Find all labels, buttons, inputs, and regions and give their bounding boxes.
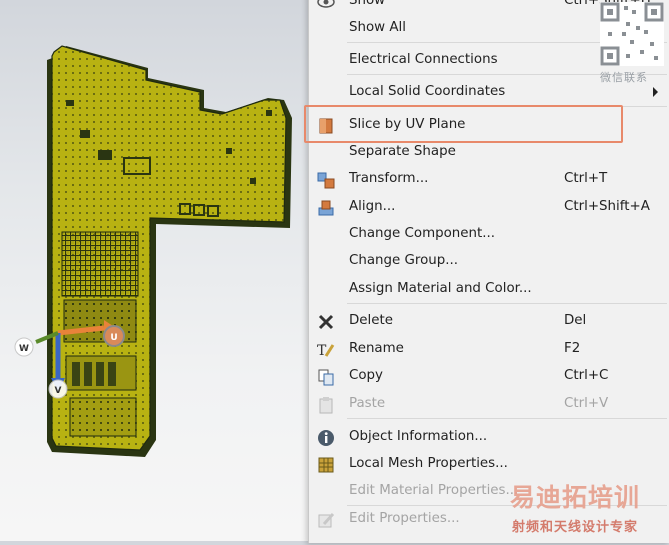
u-axis-label: U (110, 333, 117, 343)
transform-icon (317, 171, 335, 189)
eye-icon (317, 0, 335, 11)
menu-item-assign-material-and-color[interactable]: Assign Material and Color... (309, 276, 669, 303)
menu-separator (347, 418, 667, 419)
menu-separator (347, 303, 667, 304)
svg-text:T: T (317, 343, 327, 359)
menu-item-local-mesh-properties[interactable]: Local Mesh Properties... (309, 451, 669, 478)
highlight-box (304, 105, 623, 143)
v-axis-label: V (55, 386, 62, 396)
align-icon (317, 199, 335, 217)
menu-item-change-group[interactable]: Change Group... (309, 248, 669, 275)
menu-item-separate-shape[interactable]: Separate Shape (309, 139, 669, 166)
rename-icon: T (317, 341, 335, 359)
menu-item-rename[interactable]: T Rename F2 (309, 336, 669, 363)
qr-code (600, 2, 664, 66)
mesh-icon (317, 456, 335, 474)
edit-properties-icon (317, 511, 335, 529)
delete-icon (317, 313, 335, 331)
menu-item-copy[interactable]: Copy Ctrl+C (309, 363, 669, 390)
w-axis-label: W (19, 344, 29, 354)
watermark-brand: 易迪拓培训 (510, 483, 641, 512)
submenu-arrow-icon (653, 87, 658, 97)
menu-item-object-information[interactable]: Object Information... (309, 424, 669, 451)
menu-item-change-component[interactable]: Change Component... (309, 221, 669, 248)
menu-item-align[interactable]: Align... Ctrl+Shift+A (309, 194, 669, 221)
qr-caption: 微信联系 (600, 71, 648, 84)
copy-icon (317, 368, 335, 386)
menu-item-transform[interactable]: Transform... Ctrl+T (309, 166, 669, 193)
info-icon (317, 429, 335, 447)
chip-array (61, 231, 139, 297)
menu-item-paste[interactable]: Paste Ctrl+V (309, 391, 669, 418)
paste-icon (317, 396, 335, 414)
watermark-tagline: 射频和天线设计专家 (512, 520, 639, 535)
menu-item-delete[interactable]: Delete Del (309, 308, 669, 335)
